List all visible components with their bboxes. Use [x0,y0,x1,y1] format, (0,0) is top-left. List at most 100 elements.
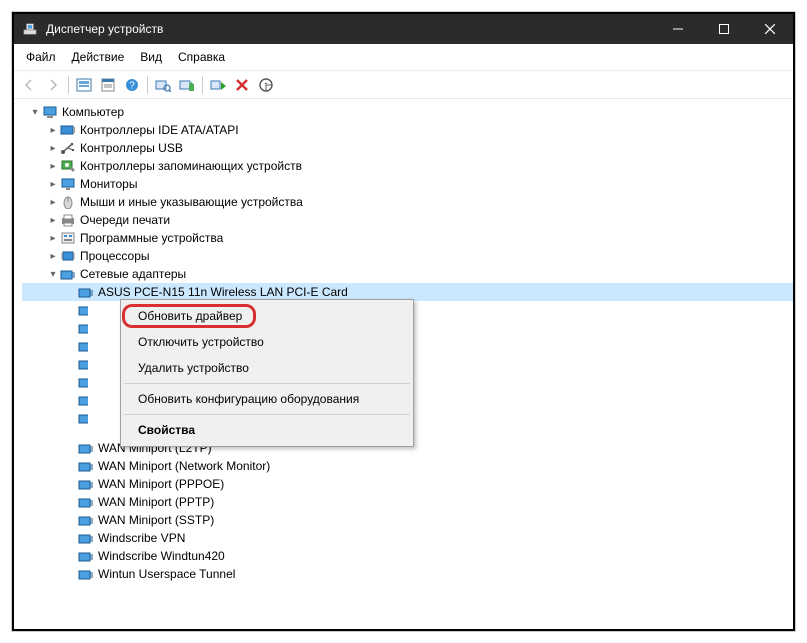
category-icon [60,122,76,138]
tree-category[interactable]: ▸Мыши и иные указывающие устройства [22,193,793,211]
tree-label: Контроллеры IDE ATA/ATAPI [80,123,239,137]
chevron-right-icon[interactable]: ▸ [46,161,60,172]
toolbar-sep [147,76,148,94]
network-adapter-icon [78,410,88,426]
ctx-update-driver[interactable]: Обновить драйвер [124,303,410,329]
tree-category[interactable]: ▸ Контроллеры USB [22,139,793,157]
tree-label: Windscribe VPN [98,531,185,545]
ctx-separator [124,414,410,415]
category-icon [60,140,76,156]
category-icon [60,212,76,228]
tree-label: Компьютер [62,105,124,119]
tree-device-stub [22,301,88,319]
ctx-uninstall-device[interactable]: Удалить устройство [124,355,410,381]
network-adapter-icon [78,284,94,300]
tree-category[interactable]: ▸ Контроллеры IDE ATA/ATAPI [22,121,793,139]
network-adapter-icon [78,494,94,510]
tree-device[interactable]: WAN Miniport (PPTP) [22,493,793,511]
chevron-right-icon[interactable]: ▸ [46,233,60,244]
tree-device-stub [22,409,88,427]
menu-file[interactable]: Файл [18,46,64,68]
app-icon [22,21,38,37]
tree-label: ASUS PCE-N15 11n Wireless LAN PCI-E Card [98,285,348,299]
ctx-scan-hardware[interactable]: Обновить конфигурацию оборудования [124,386,410,412]
chevron-right-icon[interactable]: ▸ [46,251,60,262]
network-adapter-icon [78,374,88,390]
device-tree[interactable]: ▾ Компьютер ▸Контроллеры IDE ATA/ATAPI▸К… [14,99,793,629]
tree-device-stub [22,391,88,409]
chevron-right-icon[interactable]: ▸ [46,143,60,154]
tree-device[interactable]: WAN Miniport (SSTP) [22,511,793,529]
tree-device[interactable]: WAN Miniport (PPPOE) [22,475,793,493]
minimize-button[interactable] [655,14,701,44]
toolbar-update-driver[interactable] [176,74,198,96]
category-icon [60,230,76,246]
window-title: Диспетчер устройств [46,22,655,36]
toolbar-help[interactable]: ? [121,74,143,96]
tree-device[interactable]: Windscribe VPN [22,529,793,547]
tree-root[interactable]: ▾ Компьютер [22,103,793,121]
menu-action[interactable]: Действие [64,46,133,68]
network-adapter-icon [78,356,88,372]
network-adapter-icon [78,440,94,456]
toolbar-show-hidden[interactable] [73,74,95,96]
tree-label: Wintun Userspace Tunnel [98,567,235,581]
tree-device-stub [22,337,88,355]
tree-label: WAN Miniport (SSTP) [98,513,214,527]
tree-label: Windscribe Windtun420 [98,549,225,563]
toolbar-sep [68,76,69,94]
tree-label: WAN Miniport (Network Monitor) [98,459,270,473]
network-adapter-icon [60,266,76,282]
chevron-right-icon[interactable]: ▸ [46,179,60,190]
toolbar-back [18,74,40,96]
toolbar-properties[interactable] [97,74,119,96]
close-button[interactable] [747,14,793,44]
tree-category[interactable]: ▸Очереди печати [22,211,793,229]
context-menu: Обновить драйвер Отключить устройство Уд… [120,299,414,447]
toolbar-disable[interactable] [255,74,277,96]
network-adapter-icon [78,338,88,354]
menubar: Файл Действие Вид Справка [14,44,793,71]
network-adapter-icon [78,320,88,336]
tree-category[interactable]: ▸ Контроллеры запоминающих устройств [22,157,793,175]
maximize-button[interactable] [701,14,747,44]
titlebar[interactable]: Диспетчер устройств [14,14,793,44]
chevron-right-icon[interactable]: ▸ [46,215,60,226]
svg-text:?: ? [129,80,135,91]
device-manager-window: Диспетчер устройств Файл Действие Вид Сп… [12,12,795,631]
network-adapter-icon [78,392,88,408]
tree-category-network[interactable]: ▾ Сетевые адаптеры [22,265,793,283]
toolbar-enable[interactable] [207,74,229,96]
tree-device-stub [22,373,88,391]
tree-label: Контроллеры запоминающих устройств [80,159,302,173]
tree-label: Программные устройства [80,231,223,245]
ctx-disable-device[interactable]: Отключить устройство [124,329,410,355]
tree-category[interactable]: ▸ Программные устройства [22,229,793,247]
tree-device-stub [22,355,88,373]
tree-device-stub [22,319,88,337]
network-adapter-icon [78,476,94,492]
network-adapter-icon [78,530,94,546]
tree-category[interactable]: ▸ Мониторы [22,175,793,193]
category-icon [60,248,76,264]
tree-category[interactable]: ▸Процессоры [22,247,793,265]
network-adapter-icon [78,548,94,564]
chevron-down-icon[interactable]: ▾ [28,107,42,118]
ctx-properties[interactable]: Свойства [124,417,410,443]
tree-device[interactable]: WAN Miniport (Network Monitor) [22,457,793,475]
ctx-separator [124,383,410,384]
tree-device[interactable]: Wintun Userspace Tunnel [22,565,793,583]
toolbar-uninstall[interactable] [231,74,253,96]
chevron-right-icon[interactable]: ▸ [46,125,60,136]
toolbar-scan-hardware[interactable] [152,74,174,96]
menu-help[interactable]: Справка [170,46,233,68]
tree-label: Контроллеры USB [80,141,183,155]
network-adapter-icon [78,458,94,474]
tree-label: WAN Miniport (PPPOE) [98,477,224,491]
tree-device[interactable]: Windscribe Windtun420 [22,547,793,565]
menu-view[interactable]: Вид [132,46,170,68]
tree-label: Мониторы [80,177,137,191]
chevron-right-icon[interactable]: ▸ [46,197,60,208]
chevron-down-icon[interactable]: ▾ [46,269,60,280]
category-icon [60,158,76,174]
